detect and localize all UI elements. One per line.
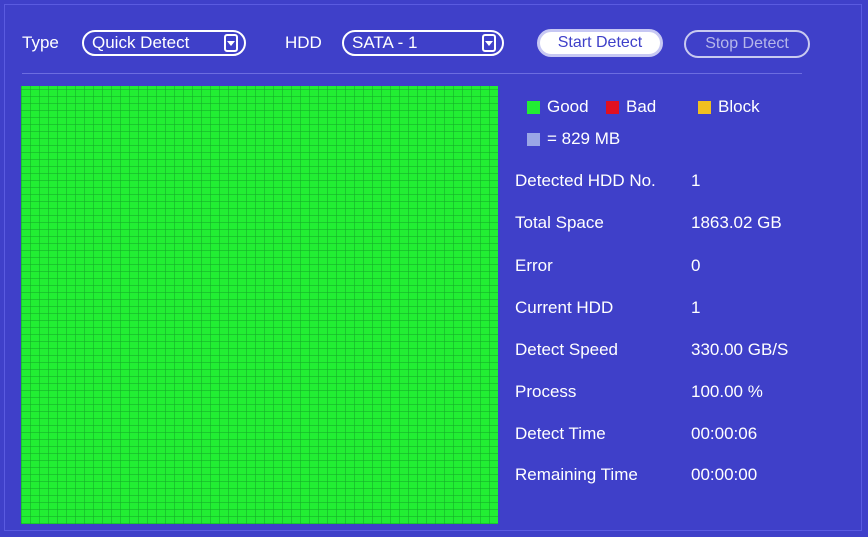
legend-bad: Bad — [606, 97, 656, 117]
hdd-label: HDD — [285, 33, 322, 52]
process-label: Process — [515, 382, 577, 401]
detect-time-value: 00:00:06 — [691, 424, 758, 443]
type-select-value: Quick Detect — [92, 33, 190, 52]
legend-unit: = 829 MB — [527, 129, 620, 149]
good-swatch — [527, 100, 540, 114]
block-swatch — [698, 100, 711, 114]
legend-bad-label: Bad — [626, 97, 657, 116]
bad-swatch — [606, 100, 619, 114]
detected-hdd-no-label: Detected HDD No. — [515, 171, 656, 190]
current-hdd-value: 1 — [691, 298, 701, 317]
legend-unit-label: = 829 MB — [547, 129, 621, 148]
chevron-down-icon[interactable] — [482, 34, 496, 52]
type-select[interactable]: Quick Detect — [82, 30, 246, 56]
legend-good: Good — [527, 97, 589, 117]
total-space-label: Total Space — [515, 213, 604, 232]
detected-hdd-no-value: 1 — [691, 171, 701, 190]
detect-speed-value: 330.00 GB/S — [691, 340, 789, 359]
legend-good-label: Good — [547, 97, 589, 116]
detect-speed-label: Detect Speed — [515, 340, 619, 359]
stop-detect-button[interactable]: Stop Detect — [684, 30, 810, 58]
start-detect-button[interactable]: Start Detect — [537, 29, 663, 57]
current-hdd-label: Current HDD — [515, 298, 614, 317]
hdd-select[interactable]: SATA - 1 — [342, 30, 504, 56]
toolbar-divider — [22, 73, 802, 74]
stop-detect-label: Stop Detect — [705, 35, 789, 52]
hdd-select-value: SATA - 1 — [352, 33, 418, 52]
disk-block-map — [21, 86, 498, 524]
error-value: 0 — [691, 256, 701, 275]
unit-swatch — [527, 132, 540, 146]
remaining-time-label: Remaining Time — [515, 465, 638, 484]
type-label: Type — [22, 33, 59, 52]
remaining-time-value: 00:00:00 — [691, 465, 758, 484]
start-detect-label: Start Detect — [557, 34, 643, 51]
total-space-value: 1863.02 GB — [691, 213, 782, 232]
process-value: 100.00 % — [691, 382, 763, 401]
toolbar: Type Quick Detect HDD SATA - 1 Start Det… — [0, 0, 868, 84]
legend-block-label: Block — [718, 97, 760, 116]
detect-time-label: Detect Time — [515, 424, 606, 443]
legend-block: Block — [698, 97, 760, 117]
chevron-down-icon[interactable] — [224, 34, 238, 52]
error-label: Error — [515, 256, 553, 275]
